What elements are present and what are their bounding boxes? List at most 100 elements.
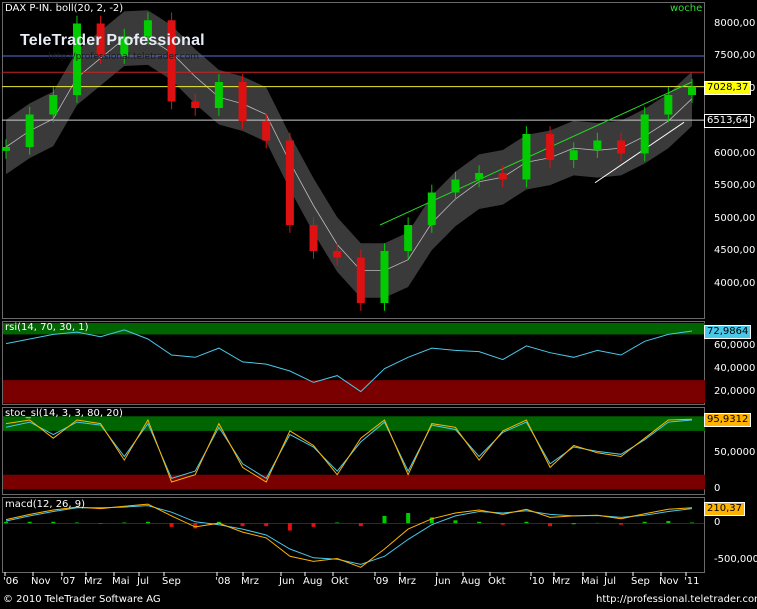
candle-body — [593, 140, 602, 151]
candle-body — [522, 134, 531, 180]
x-axis-tick-label: Nov — [31, 576, 51, 587]
x-axis-tick-label: '06 — [3, 576, 19, 587]
candle-body — [404, 225, 413, 251]
candle-body — [25, 114, 34, 147]
candle-body — [214, 82, 223, 108]
macd-histogram-bar — [358, 523, 363, 527]
candle-body — [238, 82, 247, 121]
macd-histogram-bar — [666, 521, 671, 524]
macd-axis-tick: -500,000 — [714, 553, 757, 565]
macd-histogram-bar — [335, 522, 340, 524]
x-axis-tick-label: Mai — [581, 576, 599, 587]
logo-url: http://professional.teletrader.com — [48, 52, 200, 62]
candle-body — [475, 173, 484, 180]
candle-body — [262, 121, 271, 141]
logo-title: TeleTrader Professional — [20, 32, 205, 49]
x-axis-tick-label: Sep — [162, 576, 181, 587]
x-axis-tick-label: Mrz — [84, 576, 102, 587]
price-title: DAX P-IN. boll(20, 2, -2) — [5, 3, 124, 14]
macd-histogram-bar — [642, 521, 647, 524]
macd-histogram-bar — [571, 523, 576, 525]
candle — [285, 132, 294, 233]
candle-body — [356, 257, 365, 303]
x-axis-tick-label: Nov — [659, 576, 679, 587]
price-marker-badge: 6513,64 — [704, 114, 752, 129]
macd-histogram-bar — [477, 521, 482, 524]
x-axis-tick-label: '09 — [373, 576, 389, 587]
x-axis-tick-label: Mrz — [398, 576, 416, 587]
candle — [356, 249, 365, 311]
macd-histogram-bar — [240, 523, 245, 527]
macd-histogram-bar — [287, 523, 292, 531]
period-label[interactable]: woche — [670, 3, 702, 14]
price-axis-tick: 4000,00 — [714, 277, 756, 289]
rsi-last-value-badge: 72,9864 — [704, 325, 752, 339]
macd-histogram-bar — [311, 523, 316, 527]
candle-body — [640, 114, 649, 154]
macd-histogram-bar — [74, 522, 79, 524]
macd-histogram-bar — [145, 521, 150, 524]
macd-title: macd(12, 26, 9) — [5, 499, 86, 510]
candle-body — [427, 192, 436, 225]
chart-window: TeleTrader Professional http://professio… — [0, 0, 757, 609]
macd-histogram-bar — [169, 523, 174, 527]
candle-body — [688, 86, 696, 95]
x-axis-tick-label: Aug — [303, 576, 323, 587]
candle-body — [546, 134, 555, 160]
candle — [238, 74, 247, 129]
macd-histogram-bar — [548, 523, 553, 527]
candle-body — [333, 251, 342, 258]
chart-canvas — [2, 10, 705, 576]
candle-body — [617, 140, 626, 154]
candle-body — [451, 179, 460, 193]
x-axis-tick-label: '10 — [529, 576, 545, 587]
macd-histogram-bar — [27, 521, 32, 524]
stoch-title: stoc_sl(14, 3, 3, 80, 20) — [5, 408, 123, 419]
candle-body — [285, 140, 294, 225]
macd-line — [5, 503, 693, 568]
x-axis-tick-label: Aug — [461, 576, 481, 587]
candle-body — [2, 147, 10, 151]
candle — [380, 243, 389, 311]
macd-histogram-bar — [690, 522, 694, 524]
macd-histogram-bar — [500, 523, 505, 525]
x-axis-tick-label: Jul — [604, 576, 617, 587]
macd-histogram-bar — [382, 515, 387, 524]
price-axis-tick: 5000,00 — [714, 212, 756, 224]
macd-last-value-badge: 210,37 — [704, 501, 745, 516]
rsi-overbought-zone — [3, 323, 705, 335]
price-axis-tick: 4500,00 — [714, 245, 756, 256]
stoch-last-value-badge: 95,9312 — [704, 413, 752, 428]
macd-histogram-bar — [406, 512, 411, 524]
x-axis-tick-label: Jun — [279, 576, 295, 587]
x-axis-tick-label: '07 — [60, 576, 76, 587]
macd-signal-line — [5, 505, 693, 565]
price-axis-tick: 5500,00 — [714, 180, 756, 191]
candle-body — [191, 101, 200, 108]
x-axis-tick-label: Mrz — [552, 576, 570, 587]
x-axis-tick-label: Mai — [112, 576, 130, 587]
candle-body — [498, 173, 507, 180]
macd-histogram-bar — [51, 521, 56, 524]
stoch-axis-tick: 0 — [714, 483, 721, 495]
rsi-oversold-zone — [3, 380, 705, 403]
macd-histogram-bar — [4, 521, 8, 524]
candle-body — [380, 251, 389, 303]
macd-histogram-bar — [453, 520, 458, 524]
price-axis-tick: 8000,00 — [714, 17, 756, 29]
footer-url[interactable]: http://professional.teletrader.com — [596, 594, 757, 605]
macd-histogram-bar — [619, 523, 624, 525]
candle-body — [664, 95, 673, 115]
rsi-axis-tick: 20,0000 — [714, 385, 756, 397]
candle-body — [49, 95, 58, 115]
macd-histogram-bar — [264, 523, 269, 527]
teletrader-logo: TeleTrader Professional http://professio… — [14, 32, 206, 72]
x-axis-tick-label: Jul — [137, 576, 150, 587]
price-axis-tick: 7500,00 — [714, 50, 756, 61]
rsi-axis-tick: 60,0000 — [714, 339, 756, 351]
price-last-value-badge: 7028,37 — [704, 80, 752, 95]
macd-histogram-bar — [122, 522, 127, 524]
candle — [522, 126, 531, 188]
x-axis-tick-label: Sep — [631, 576, 650, 587]
rsi-axis-tick: 40,0000 — [714, 362, 756, 374]
